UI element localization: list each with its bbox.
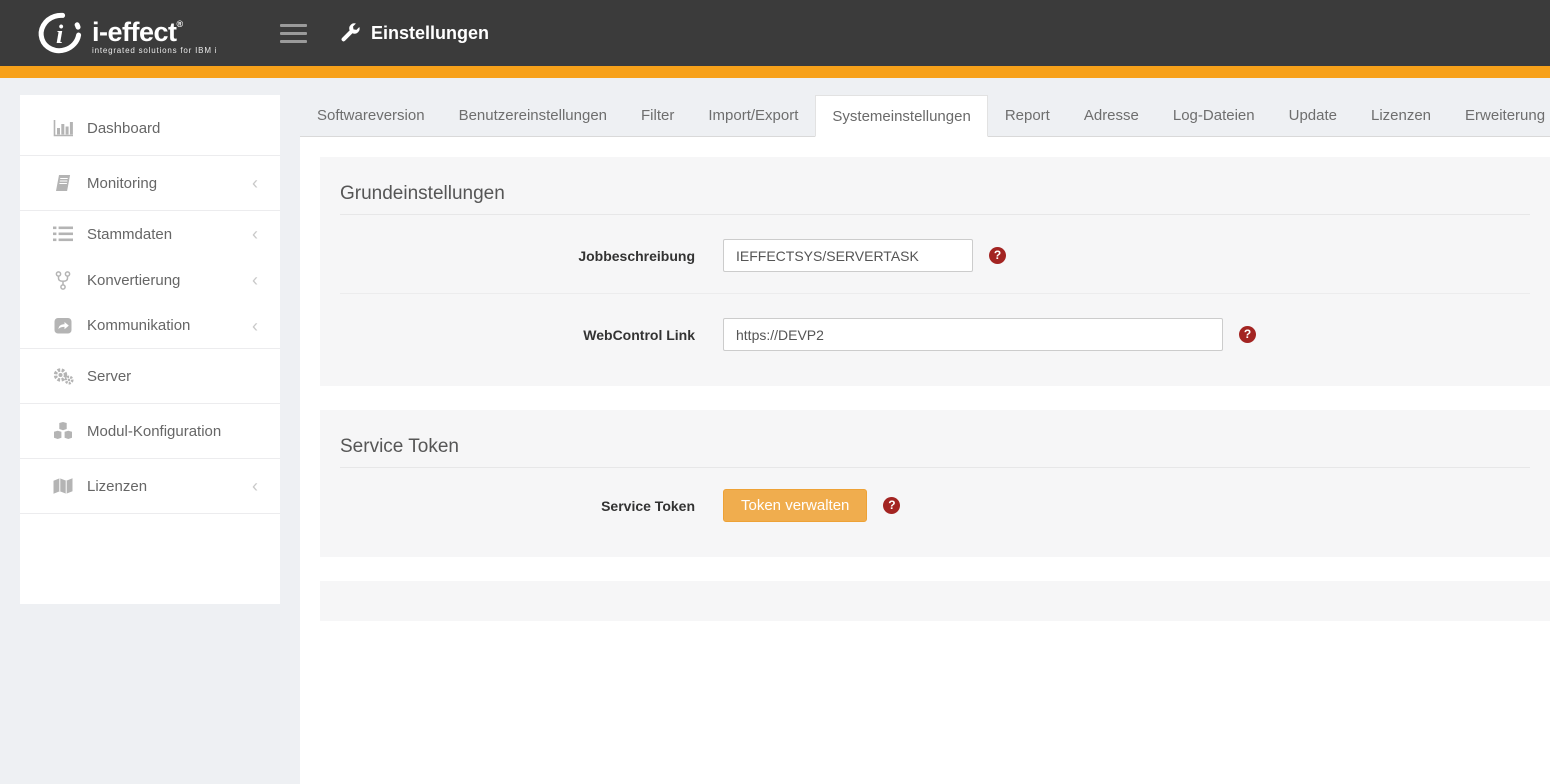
- page-title: Einstellungen: [371, 23, 489, 44]
- webcontrol-link-label: WebControl Link: [340, 327, 695, 343]
- section-service-token: Service Token Service Token Token verwal…: [320, 410, 1550, 557]
- sidebar-item-konvertierung[interactable]: Konvertierung ‹: [20, 257, 280, 303]
- sidebar-item-label: Server: [87, 368, 131, 385]
- sidebar-item-modul-konfiguration[interactable]: Modul-Konfiguration: [20, 404, 280, 459]
- token-verwalten-button[interactable]: Token verwalten: [723, 489, 867, 522]
- sidebar-item-dashboard[interactable]: Dashboard: [20, 101, 280, 156]
- sidebar: Dashboard Monitoring ‹: [20, 95, 280, 604]
- tab-bar: Softwareversion Benutzereinstellungen Fi…: [300, 95, 1550, 137]
- sidebar-item-server[interactable]: Server: [20, 349, 280, 404]
- book-icon: [50, 175, 76, 192]
- chevron-left-icon: ‹: [252, 174, 258, 192]
- sidebar-item-label: Monitoring: [87, 175, 157, 192]
- jobbeschreibung-label: Jobbeschreibung: [340, 248, 695, 264]
- sidebar-item-stammdaten[interactable]: Stammdaten ‹: [20, 211, 280, 257]
- wrench-icon: [339, 22, 361, 44]
- logo-brand-text: i-effect: [92, 17, 177, 47]
- list-icon: [50, 226, 76, 242]
- logo-registered-mark: ®: [177, 19, 183, 29]
- logo-ring-icon: i: [34, 10, 86, 56]
- tab-log-dateien[interactable]: Log-Dateien: [1156, 95, 1272, 136]
- tab-filter[interactable]: Filter: [624, 95, 691, 136]
- page-title-wrap: Einstellungen: [339, 22, 489, 44]
- share-square-icon: [50, 317, 76, 334]
- chevron-left-icon: ‹: [252, 317, 258, 335]
- tab-softwareversion[interactable]: Softwareversion: [300, 95, 442, 136]
- sidebar-item-label: Modul-Konfiguration: [87, 423, 221, 440]
- webcontrol-link-input[interactable]: [723, 318, 1223, 351]
- logo-text: i-effect® integrated solutions for IBM i: [92, 11, 217, 55]
- form-control-wrap: ?: [723, 318, 1256, 351]
- tab-systemeinstellungen[interactable]: Systemeinstellungen: [815, 95, 987, 137]
- service-token-label: Service Token: [340, 498, 695, 514]
- jobbeschreibung-input[interactable]: [723, 239, 973, 272]
- tab-content: Grundeinstellungen Jobbeschreibung ? Web…: [300, 137, 1550, 784]
- gears-icon: [50, 367, 76, 385]
- chevron-left-icon: ‹: [252, 477, 258, 495]
- section-grundeinstellungen: Grundeinstellungen Jobbeschreibung ? Web…: [320, 157, 1550, 386]
- tab-erweiterung[interactable]: Erweiterung: [1448, 95, 1550, 136]
- chevron-left-icon: ‹: [252, 271, 258, 289]
- main-area: Softwareversion Benutzereinstellungen Fi…: [300, 95, 1550, 584]
- tab-benutzereinstellungen[interactable]: Benutzereinstellungen: [442, 95, 624, 136]
- form-control-wrap: ?: [723, 239, 1006, 272]
- sidebar-item-label: Dashboard: [87, 120, 160, 137]
- section-title: Service Token: [340, 436, 1530, 458]
- app-logo[interactable]: i i-effect® integrated solutions for IBM…: [34, 10, 234, 56]
- map-icon: [50, 477, 76, 495]
- hamburger-menu-icon[interactable]: [280, 19, 307, 48]
- section-title: Grundeinstellungen: [340, 183, 1530, 205]
- logo-tagline: integrated solutions for IBM i: [92, 46, 217, 55]
- tab-lizenzen[interactable]: Lizenzen: [1354, 95, 1448, 136]
- form-row-jobbeschreibung: Jobbeschreibung ?: [340, 215, 1530, 293]
- svg-text:i: i: [56, 20, 64, 49]
- sidebar-item-label: Kommunikation: [87, 317, 190, 334]
- sidebar-item-kommunikation[interactable]: Kommunikation ‹: [20, 303, 280, 349]
- form-row-service-token: Service Token Token verwalten ?: [340, 468, 1530, 557]
- chevron-left-icon: ‹: [252, 225, 258, 243]
- accent-bar: [0, 66, 1550, 78]
- app-header: i i-effect® integrated solutions for IBM…: [0, 0, 1550, 66]
- bar-chart-icon: [50, 120, 76, 137]
- sidebar-item-label: Konvertierung: [87, 272, 180, 289]
- help-icon[interactable]: ?: [883, 497, 900, 514]
- tab-adresse[interactable]: Adresse: [1067, 95, 1156, 136]
- section-partial: [320, 581, 1550, 621]
- form-control-wrap: Token verwalten ?: [723, 489, 900, 522]
- code-fork-icon: [50, 271, 76, 290]
- tab-update[interactable]: Update: [1272, 95, 1354, 136]
- sidebar-item-lizenzen[interactable]: Lizenzen ‹: [20, 459, 280, 514]
- help-icon[interactable]: ?: [1239, 326, 1256, 343]
- form-row-webcontrol-link: WebControl Link ?: [340, 294, 1530, 386]
- help-icon[interactable]: ?: [989, 247, 1006, 264]
- sidebar-item-label: Lizenzen: [87, 478, 147, 495]
- sidebar-item-monitoring[interactable]: Monitoring ‹: [20, 156, 280, 211]
- cubes-icon: [50, 422, 76, 440]
- tab-report[interactable]: Report: [988, 95, 1067, 136]
- tab-import-export[interactable]: Import/Export: [691, 95, 815, 136]
- sidebar-item-label: Stammdaten: [87, 226, 172, 243]
